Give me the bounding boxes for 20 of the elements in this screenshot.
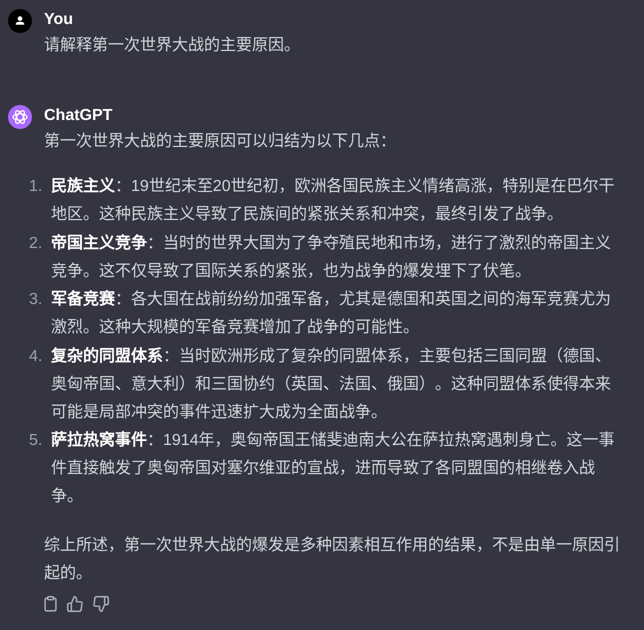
list-item-text: 军备竞赛：各大国在战前纷纷加强军备，尤其是德国和英国之间的海军竞赛尤为激烈。这种大规模的军备竞赛增加了战争的可能性。 — [51, 289, 612, 338]
clipboard-icon[interactable] — [44, 596, 57, 612]
list-number: 5. — [29, 431, 44, 451]
list-number: 2. — [29, 234, 44, 254]
message-text: 请解释第一次世界大战的主要原因。 — [44, 35, 301, 56]
message-text: 综上所述，第一次世界大战的爆发是多种因素相互作用的结果，不是由单一原因引起的。 — [44, 535, 621, 584]
thumbs-down-icon[interactable] — [93, 596, 109, 612]
list-number: 1. — [29, 177, 44, 197]
list-item-text: 萨拉热窝事件：1914年，奥匈帝国王储斐迪南大公在萨拉热窝遇刺身亡。这一事件直接触发了奥匈帝国对塞尔维亚的宣战，进而导致了各同盟国的相继卷入战争。 — [51, 430, 616, 507]
list-number: 4. — [29, 346, 44, 366]
thumbs-up-icon[interactable] — [67, 596, 83, 612]
author-name: ChatGPT — [44, 106, 112, 126]
list-item-text: 复杂的同盟体系：当时欧洲形成了复杂的同盟体系，主要包括三国同盟（德国、奥匈帝国、意大利）和三国协约（英国、法国、俄国）。这种同盟体系使得本来可能是局部冲突的事件迅速扩大成为全面战争。 — [51, 346, 612, 422]
list-item-text: 民族主义：19世纪末至20世纪初，欧洲各国民族主义情绪高涨，特别是在巴尔干地区。这种民族主义导致了民族间的紧张关系和冲突，最终引发了战争。 — [51, 176, 616, 225]
person-avatar-icon — [8, 9, 32, 33]
knot-avatar-icon — [8, 105, 32, 129]
list-number: 3. — [29, 290, 44, 310]
message-text: 第一次世界大战的主要原因可以归结为以下几点： — [44, 131, 397, 152]
author-name: You — [44, 10, 74, 30]
list-item-text: 帝国主义竞争：当时的世界大国为了争夺殖民地和市场，进行了激烈的帝国主义竞争。这不仅导致了国际关系的紧张，也为战争的爆发埋下了伏笔。 — [51, 233, 612, 282]
